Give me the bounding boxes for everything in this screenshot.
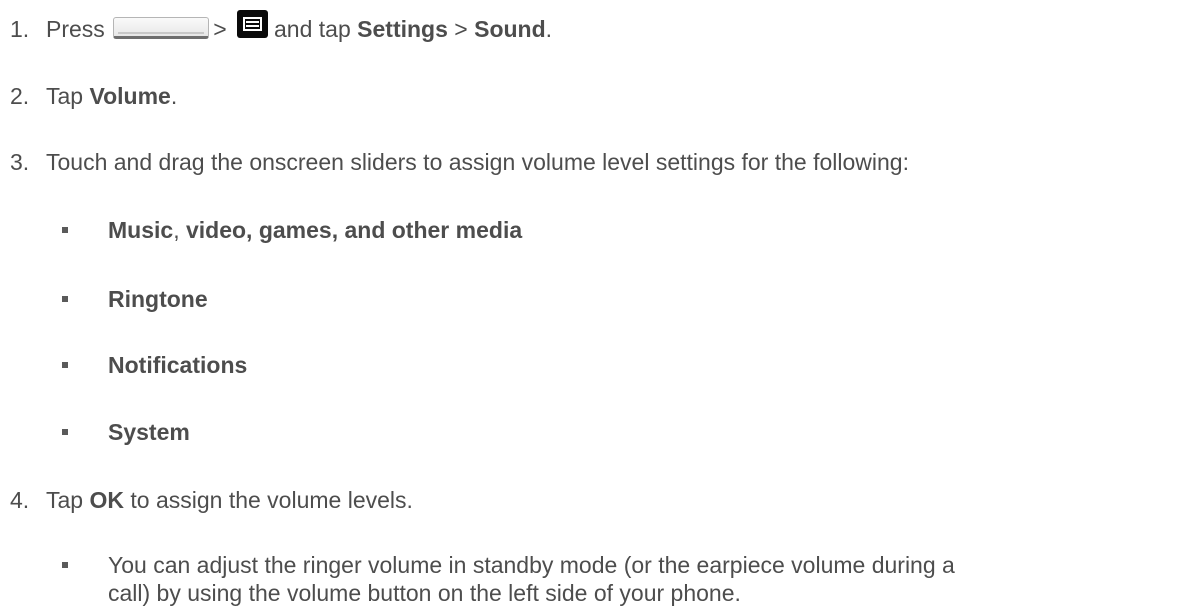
step-2: 2. Tap Volume. xyxy=(10,81,1190,111)
list-item-ringtone: Ringtone xyxy=(60,284,960,314)
separator: > xyxy=(213,16,227,42)
list-item-text: System xyxy=(108,417,190,447)
list-item-text: Music, video, games, and other media xyxy=(108,215,522,245)
bullet-icon xyxy=(62,362,68,368)
list-item-text: Ringtone xyxy=(108,284,208,314)
period: . xyxy=(170,83,178,109)
step-text: Tap OK to assign the volume levels. xyxy=(46,485,413,515)
and-tap-label: and tap xyxy=(274,16,351,42)
ok-label: OK xyxy=(89,487,124,513)
ringtone-label: Ringtone xyxy=(108,286,208,312)
list-item-system: System xyxy=(60,417,960,447)
period: . xyxy=(545,16,553,42)
sound-label: Sound xyxy=(474,16,546,42)
step-3: 3. Touch and drag the onscreen sliders t… xyxy=(10,147,1195,177)
list-item-notifications: Notifications xyxy=(60,350,960,380)
tap-label: Tap xyxy=(46,487,84,513)
step-rest: to assign the volume levels. xyxy=(130,487,413,513)
tap-label: Tap xyxy=(46,83,84,109)
bullet-icon xyxy=(62,429,68,435)
comma: , xyxy=(173,217,180,243)
music-label: Music xyxy=(108,217,174,243)
bullet-icon xyxy=(62,227,68,233)
note-line-1: You can adjust the ringer volume in stan… xyxy=(108,552,955,578)
list-item-text: Notifications xyxy=(108,350,247,380)
media-label: video, games, and other media xyxy=(185,217,523,243)
step-number: 4. xyxy=(10,487,30,513)
step-text: Tap Volume. xyxy=(46,81,177,111)
list-item-music: Music, video, games, and other media xyxy=(60,215,960,245)
step-4: 4. Tap OK to assign the volume levels. xyxy=(10,485,1190,515)
step-text: Press > and tap Settings > Sound. xyxy=(46,9,553,44)
step-1: 1. Press > and tap Settings > Sound. xyxy=(10,9,1190,44)
menu-key-icon xyxy=(237,9,269,38)
home-key-icon xyxy=(113,16,210,39)
step-number: 1. xyxy=(10,16,30,42)
bullet-icon xyxy=(62,296,68,302)
press-label: Press xyxy=(46,16,105,42)
step-number: 2. xyxy=(10,83,30,109)
note-line-2: call) by using the volume button on the … xyxy=(108,580,741,606)
separator: > xyxy=(454,16,468,42)
system-label: System xyxy=(108,419,190,445)
bullet-icon xyxy=(62,562,68,568)
notifications-label: Notifications xyxy=(108,352,248,378)
note-item-continued: call) by using the volume button on the … xyxy=(60,578,1195,608)
volume-label: Volume xyxy=(89,83,171,109)
step-number: 3. xyxy=(10,149,30,175)
note-item: You can adjust the ringer volume in stan… xyxy=(60,550,1195,580)
step-text: Touch and drag the onscreen sliders to a… xyxy=(46,149,909,175)
settings-label: Settings xyxy=(357,16,448,42)
